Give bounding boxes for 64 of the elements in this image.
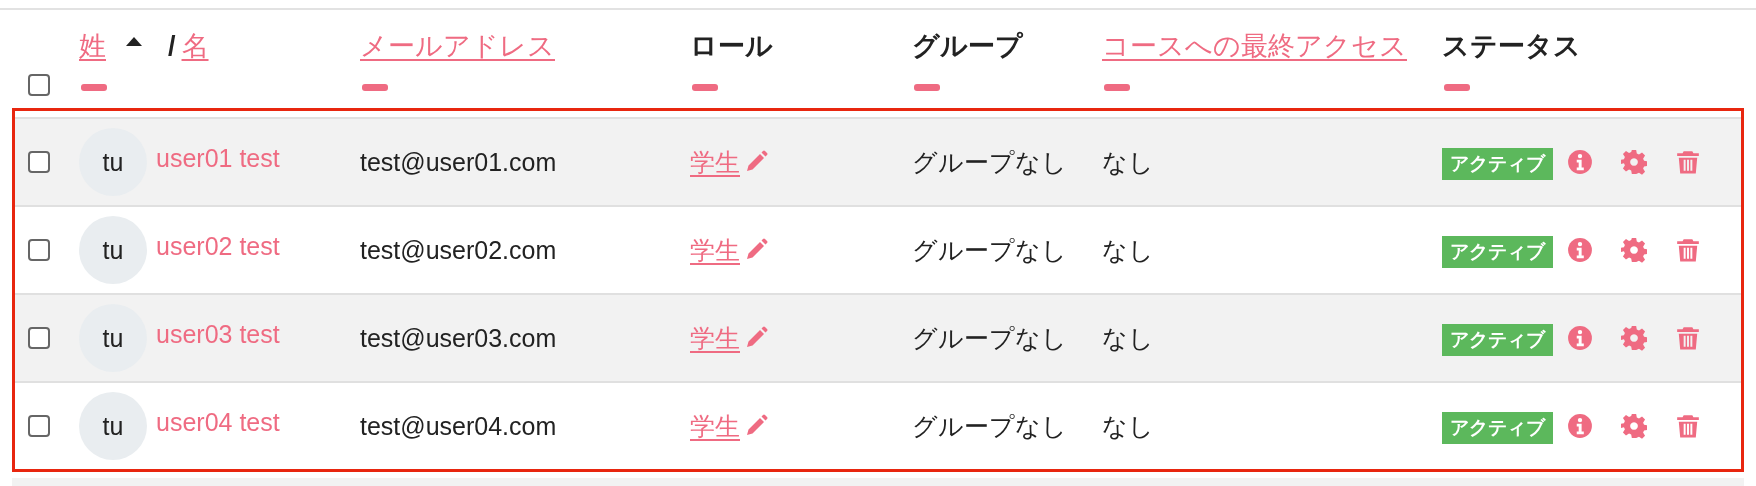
filter-dash [81, 84, 107, 91]
filter-dash [362, 84, 388, 91]
sort-ascending-icon [124, 35, 144, 47]
settings-icon[interactable] [1621, 413, 1647, 439]
filter-dash [1104, 84, 1130, 91]
email-sort-link[interactable]: メールアドレス [360, 28, 555, 64]
settings-icon[interactable] [1621, 237, 1647, 263]
last-access-text: なし [1102, 410, 1154, 442]
email-text: test@user02.com [360, 235, 557, 265]
avatar: tu [79, 392, 147, 460]
pencil-icon[interactable] [744, 150, 768, 174]
role-link[interactable]: 学生 [690, 409, 740, 443]
delete-icon[interactable] [1675, 149, 1701, 175]
row-checkbox[interactable] [28, 151, 50, 173]
user-name-link[interactable]: user03 test [156, 319, 280, 349]
last-access-sort-link[interactable]: コースへの最終アクセス [1102, 28, 1407, 64]
status-badge: アクティブ [1442, 148, 1553, 180]
delete-icon[interactable] [1675, 413, 1701, 439]
status-badge: アクティブ [1442, 236, 1553, 268]
separator: / [168, 30, 176, 62]
last-name-sort-link[interactable]: 姓 [79, 28, 106, 64]
email-text: test@user04.com [360, 411, 557, 441]
pencil-icon[interactable] [744, 326, 768, 350]
avatar: tu [79, 216, 147, 284]
user-name-link[interactable]: user04 test [156, 407, 280, 437]
settings-icon[interactable] [1621, 325, 1647, 351]
role-link[interactable]: 学生 [690, 145, 740, 179]
delete-icon[interactable] [1675, 237, 1701, 263]
group-text: グループなし [912, 146, 1067, 178]
info-icon[interactable] [1567, 149, 1593, 175]
group-text: グループなし [912, 234, 1067, 266]
email-text: test@user01.com [360, 147, 557, 177]
group-text: グループなし [912, 410, 1067, 442]
first-name-sort-link[interactable]: 名 [181, 28, 209, 64]
last-access-text: なし [1102, 146, 1154, 178]
status-badge: アクティブ [1442, 324, 1553, 356]
settings-icon[interactable] [1621, 149, 1647, 175]
last-access-text: なし [1102, 234, 1154, 266]
filter-dash [1444, 84, 1470, 91]
pencil-icon[interactable] [744, 238, 768, 262]
role-heading: ロール [690, 30, 773, 63]
row-checkbox[interactable] [28, 415, 50, 437]
group-text: グループなし [912, 322, 1067, 354]
user-name-link[interactable]: user02 test [156, 231, 280, 261]
info-icon[interactable] [1567, 413, 1593, 439]
user-name-link[interactable]: user01 test [156, 143, 280, 173]
last-access-text: なし [1102, 322, 1154, 354]
email-text: test@user03.com [360, 323, 557, 353]
avatar: tu [79, 304, 147, 372]
filter-dash [692, 84, 718, 91]
info-icon[interactable] [1567, 325, 1593, 351]
row-checkbox[interactable] [28, 239, 50, 261]
group-heading: グループ [912, 30, 1023, 63]
pencil-icon[interactable] [744, 414, 768, 438]
avatar: tu [79, 128, 147, 196]
status-heading: ステータス [1442, 30, 1581, 63]
info-icon[interactable] [1567, 237, 1593, 263]
role-link[interactable]: 学生 [690, 233, 740, 267]
status-badge: アクティブ [1442, 412, 1553, 444]
select-all-checkbox[interactable] [28, 74, 50, 96]
role-link[interactable]: 学生 [690, 321, 740, 355]
row-checkbox[interactable] [28, 327, 50, 349]
delete-icon[interactable] [1675, 325, 1701, 351]
filter-dash [914, 84, 940, 91]
